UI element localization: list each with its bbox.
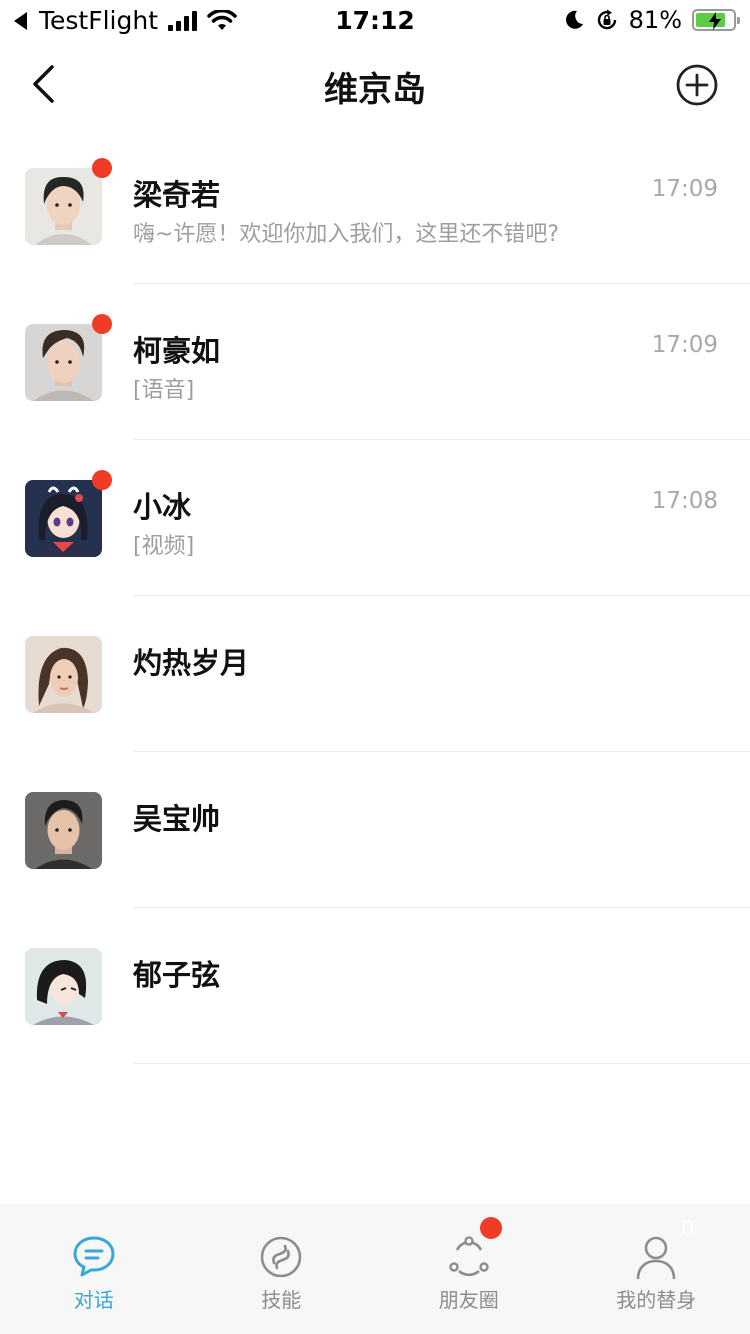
status-right: 81% [563,6,740,34]
page-title: 维京岛 [324,70,426,110]
avatar [25,168,102,245]
avatar [25,480,102,557]
chat-name: 灼热岁月 [133,646,250,680]
avatar [25,948,102,1025]
avatar [25,792,102,869]
tab-label: 我的替身 [616,1288,697,1312]
unread-dot [92,470,112,490]
chat-name: 柯豪如 [133,334,221,368]
chat-bubble-icon [73,1236,115,1277]
chat-last-message: [语音] [133,378,195,403]
moments-icon [449,1236,489,1277]
battery-charging-icon [692,9,740,31]
chat-last-message: [视频] [133,534,195,559]
tab-skills[interactable]: 技能 [188,1204,376,1334]
unread-dot [92,314,112,334]
tab-chats[interactable]: 对话 [0,1204,188,1334]
tab-label: 朋友圈 [438,1288,499,1312]
plus-circle-icon[interactable] [676,64,718,106]
chat-name: 吴宝帅 [133,802,221,836]
bolt-icon [709,12,721,30]
unread-dot [92,158,112,178]
nav-bar: 维京岛 [0,44,750,126]
chat-time: 17:09 [651,176,718,202]
tab-label: 对话 [73,1288,114,1312]
tab-badge-dot [480,1217,502,1239]
tab-avatar[interactable]: 我的替身 0 [563,1204,750,1334]
chat-name: 郁子弦 [133,958,221,992]
chat-row-4[interactable]: 灼热岁月 [0,596,750,752]
chat-row-3[interactable]: 小冰 17:08 [视频] [0,440,750,596]
rotation-lock-icon [597,9,616,30]
avatar [25,636,102,713]
chat-name: 小冰 [133,490,192,524]
chat-row-6[interactable]: 郁子弦 [0,908,750,1064]
tab-label: 技能 [261,1288,302,1312]
chat-time: 17:09 [651,332,718,358]
divider [133,1063,750,1064]
person-icon [636,1236,676,1280]
skill-icon [260,1236,302,1278]
tab-bar: 对话 技能 朋友圈 我的替身 0 [0,1204,750,1334]
chat-row-2[interactable]: 柯豪如 17:09 [语音] [0,284,750,440]
chat-last-message: 嗨~许愿！欢迎你加入我们，这里还不错吧? [133,222,560,247]
chat-name: 梁奇若 [133,178,221,212]
status-bar: TestFlight 17:12 81% [0,0,750,40]
avatar [25,324,102,401]
moon-icon [565,10,583,29]
chat-row-1[interactable]: 梁奇若 17:09 嗨~许愿！欢迎你加入我们，这里还不错吧? [0,128,750,284]
chat-time: 17:08 [651,488,718,514]
tab-moments[interactable]: 朋友圈 [375,1204,563,1334]
chat-row-5[interactable]: 吴宝帅 [0,752,750,908]
battery-percent: 81% [628,6,682,34]
tab-count: 0 [681,1216,694,1240]
chat-list: 梁奇若 17:09 嗨~许愿！欢迎你加入我们，这里还不错吧? 柯豪如 17:09… [0,128,750,1064]
